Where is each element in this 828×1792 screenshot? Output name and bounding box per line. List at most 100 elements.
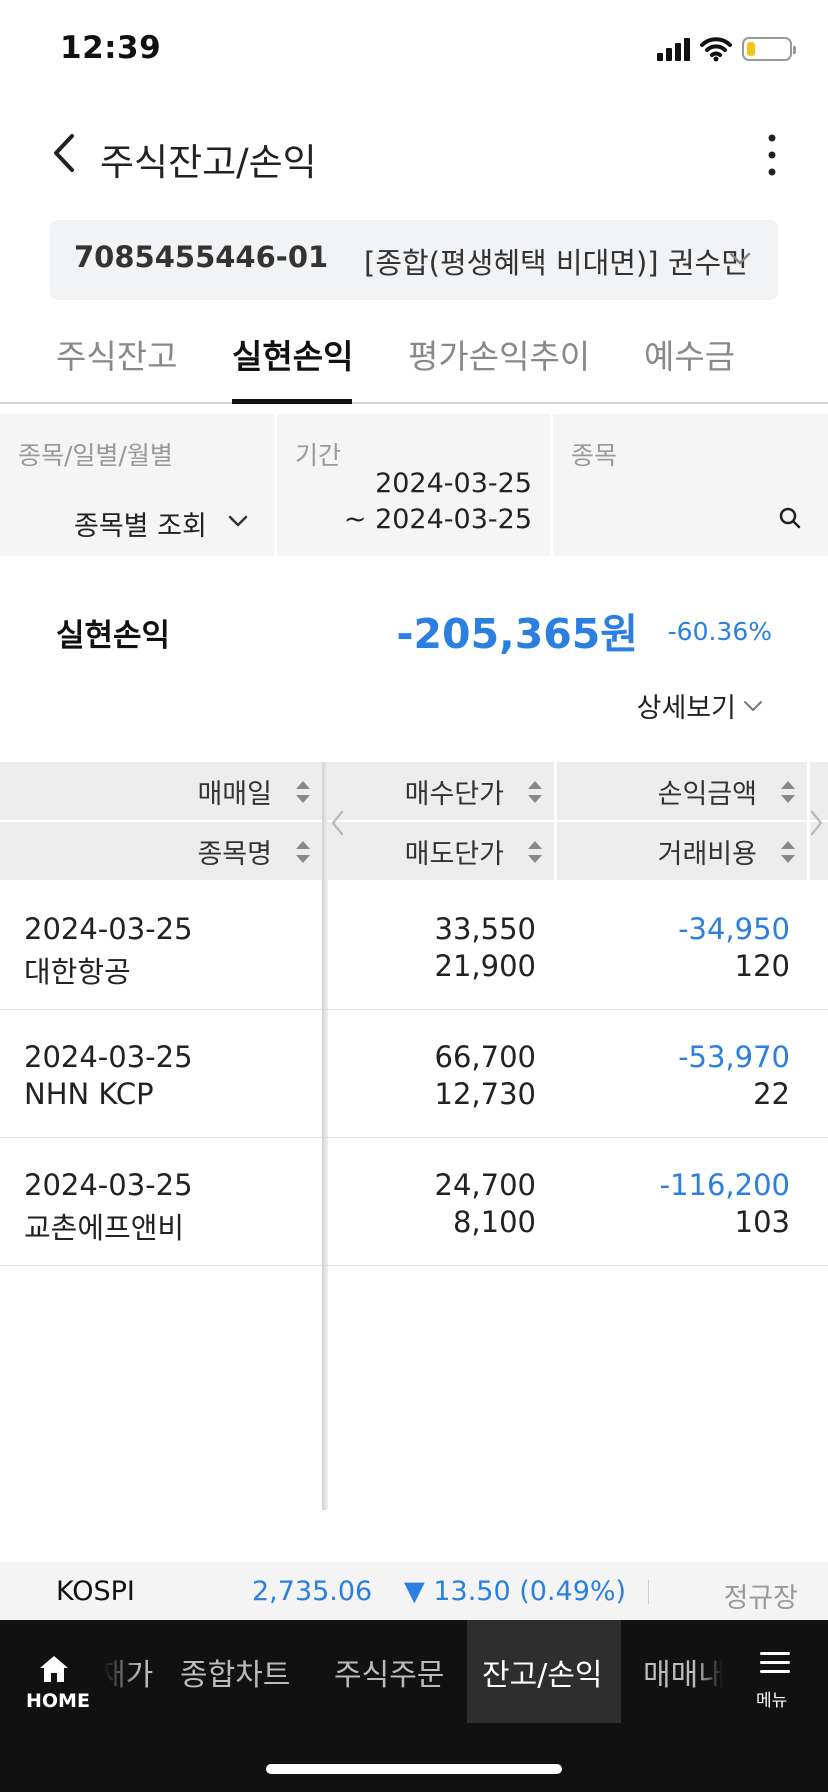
table-row[interactable]: 2024-03-25 NHN KCP 66,700 12,730 -53,970… [0, 1010, 828, 1138]
back-arrow-icon[interactable] [44, 128, 84, 178]
chevron-down-icon [729, 252, 751, 265]
account-selector[interactable]: 7085455446-01 [종합(평생혜택 비대면)] 권수민 [50, 220, 778, 300]
buy-price: 66,700 [434, 1040, 536, 1074]
active-tab-indicator [232, 399, 352, 404]
tab-bar: 주식잔고 실현손익 평가손익추이 예수금 [0, 312, 828, 404]
table-header-row: 매매일 매수단가 손익금액 [0, 762, 828, 820]
stock-name: 대한항공 [24, 955, 131, 989]
hamburger-menu-icon [760, 1652, 790, 1673]
realized-profit-amount: -205,365원 [396, 610, 638, 658]
trade-fee: 22 [753, 1077, 790, 1111]
period-filter[interactable]: 기간 2024-03-25 ~ 2024-03-25 [274, 414, 550, 556]
sort-icon [528, 781, 542, 803]
nav-item-chart[interactable]: 종합차트 [180, 1650, 290, 1694]
status-bar: 12:39 [0, 0, 828, 100]
tab-valuation-trend[interactable]: 평가손익추이 [408, 330, 590, 378]
tab-realized-profit[interactable]: 실현손익 [232, 330, 353, 378]
view-type-filter[interactable]: 종목/일별/월별 종목별 조회 [0, 414, 274, 556]
scroll-fade [100, 1620, 140, 1724]
stock-label: 종목 [571, 441, 618, 470]
stock-name: NHN KCP [24, 1077, 154, 1111]
scroll-right-icon[interactable] [806, 808, 826, 838]
view-type-label: 종목/일별/월별 [18, 441, 173, 470]
nav-menu-scroller[interactable]: 재가 종합차트 주식주문 잔고/손익 매매내 [100, 1620, 726, 1724]
nav-item-order[interactable]: 주식주문 [334, 1650, 444, 1694]
sort-icon [296, 781, 310, 803]
profit-amount: -34,950 [678, 912, 790, 946]
table-row[interactable]: 2024-03-25 교촌에프앤비 24,700 8,100 -116,200 … [0, 1138, 828, 1266]
stock-name: 교촌에프앤비 [24, 1211, 185, 1245]
chevron-down-icon [228, 515, 248, 527]
market-index: 2,735.06 [252, 1576, 373, 1607]
more-options-icon[interactable] [760, 130, 784, 180]
tab-stock-balance[interactable]: 주식잔고 [56, 330, 177, 378]
sell-price: 8,100 [452, 1205, 536, 1239]
header-stock-name-label: 종목명 [197, 838, 272, 870]
search-icon[interactable] [778, 506, 802, 530]
home-label: HOME [26, 1690, 90, 1712]
period-label: 기간 [295, 441, 342, 470]
market-session: 정규장 [723, 1583, 798, 1614]
header-trade-date-label: 매매일 [197, 778, 272, 810]
header-fee-label: 거래비용 [657, 838, 757, 870]
summary-label: 실현손익 [56, 618, 171, 654]
home-icon [40, 1656, 68, 1682]
sort-icon [528, 841, 542, 863]
app-header: 주식잔고/손익 [0, 110, 828, 200]
stock-filter[interactable]: 종목 [550, 414, 828, 556]
scroll-fade [696, 1620, 726, 1724]
status-icons [657, 34, 796, 64]
sort-icon [781, 781, 795, 803]
buy-price: 33,550 [434, 912, 536, 946]
profit-amount: -53,970 [678, 1040, 790, 1074]
status-time: 12:39 [60, 30, 162, 66]
sort-icon [781, 841, 795, 863]
header-buy-price[interactable]: 매수단가 [328, 762, 554, 820]
market-ticker-bar[interactable]: KOSPI 2,735.06 ▼ 13.50 (0.49%) 정규장 [0, 1562, 828, 1620]
buy-price: 24,700 [434, 1168, 536, 1202]
nav-menu-button[interactable]: 메뉴 [754, 1650, 798, 1724]
nav-home-button[interactable]: HOME [20, 1646, 90, 1720]
table-header-row: 종목명 매도단가 거래비용 [0, 822, 828, 880]
realized-profit-table: 매매일 매수단가 손익금액 종목명 매도단가 거래비용 2024-03-25 대… [0, 762, 828, 1510]
bottom-navigation: HOME 재가 종합차트 주식주문 잔고/손익 매매내 메뉴 [0, 1620, 828, 1792]
realized-profit-percent: -60.36% [667, 617, 772, 646]
header-profit[interactable]: 손익금액 [557, 762, 807, 820]
period-end: ~ 2024-03-25 [343, 504, 532, 535]
home-indicator [266, 1764, 562, 1774]
market-name: KOSPI [56, 1576, 135, 1607]
trade-date: 2024-03-25 [24, 1168, 193, 1202]
header-sell-price-label: 매도단가 [404, 838, 504, 870]
account-number: 7085455446-01 [74, 240, 329, 274]
scroll-left-icon[interactable] [328, 808, 348, 838]
trade-fee: 103 [734, 1205, 790, 1239]
cellular-signal-icon [657, 37, 690, 61]
header-stock-name[interactable]: 종목명 [0, 822, 322, 880]
header-buy-price-label: 매수단가 [404, 778, 504, 810]
account-description: [종합(평생혜택 비대면)] 권수민 [364, 246, 748, 280]
battery-level [747, 42, 755, 56]
page-title: 주식잔고/손익 [100, 141, 317, 184]
header-profit-label: 손익금액 [657, 778, 757, 810]
sort-icon [296, 841, 310, 863]
detail-view-button[interactable]: 상세보기 [637, 686, 764, 725]
nav-item-balance[interactable]: 잔고/손익 [482, 1650, 603, 1694]
trade-date: 2024-03-25 [24, 912, 193, 946]
table-row[interactable]: 2024-03-25 대한항공 33,550 21,900 -34,950 12… [0, 882, 828, 1010]
divider [648, 1580, 649, 1604]
detail-view-label: 상세보기 [636, 693, 736, 724]
sell-price: 21,900 [434, 949, 536, 983]
market-change: ▼ 13.50 (0.49%) [404, 1576, 627, 1607]
header-fee[interactable]: 거래비용 [557, 822, 807, 880]
period-start: 2024-03-25 [375, 468, 532, 499]
tab-deposit[interactable]: 예수금 [644, 330, 735, 378]
view-type-value: 종목별 조회 [74, 511, 207, 542]
header-trade-date[interactable]: 매매일 [0, 762, 322, 820]
header-sell-price[interactable]: 매도단가 [328, 822, 554, 880]
trade-date: 2024-03-25 [24, 1040, 193, 1074]
profit-amount: -116,200 [659, 1168, 790, 1202]
menu-label: 메뉴 [756, 1691, 788, 1711]
trade-fee: 120 [734, 949, 790, 983]
chevron-down-icon [744, 700, 762, 711]
sell-price: 12,730 [434, 1077, 536, 1111]
